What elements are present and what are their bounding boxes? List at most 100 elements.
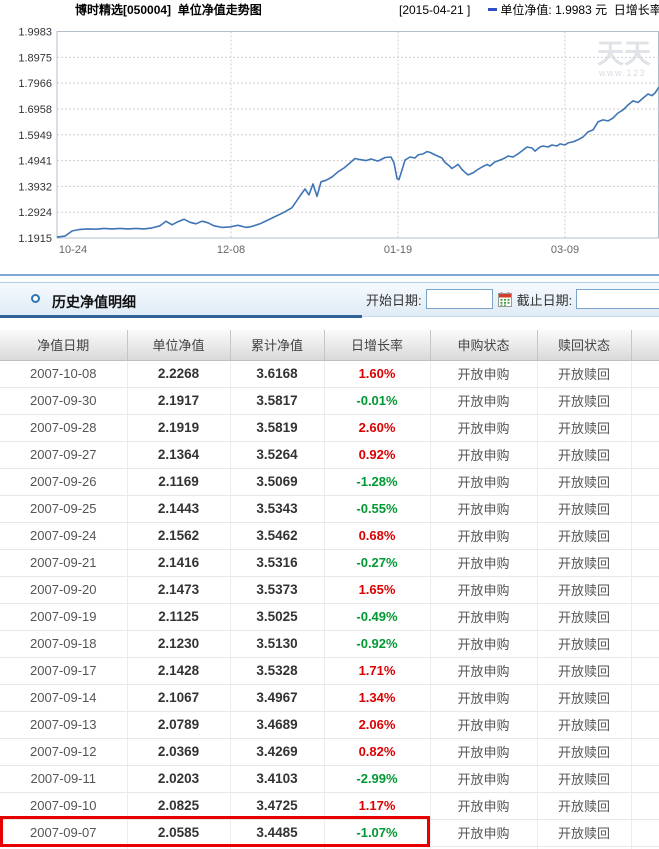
cell-spacer [631,495,659,522]
table-row: 2007-09-262.11693.5069-1.28%开放申购开放赎回 [0,468,659,495]
cell-redeem: 开放赎回 [537,603,631,630]
cell-date: 2007-09-17 [0,657,127,684]
header-unit-nav: 单位净值 [127,330,230,360]
cell-purchase: 开放申购 [430,576,537,603]
cell-rate: -2.99% [324,765,430,792]
cell-acc: 3.5316 [230,549,324,576]
cell-purchase: 开放申购 [430,387,537,414]
cell-rate: 1.34% [324,684,430,711]
cell-purchase: 开放申购 [430,441,537,468]
svg-text:1.3932: 1.3932 [18,181,52,193]
cell-rate: 0.82% [324,738,430,765]
nav-history-table: 净值日期 单位净值 累计净值 日增长率 申购状态 赎回状态 2007-10-08… [0,330,659,849]
cell-spacer [631,468,659,495]
start-date-input[interactable] [426,289,493,309]
svg-text:1.4941: 1.4941 [18,156,52,168]
cell-date: 2007-09-14 [0,684,127,711]
cell-purchase: 开放申购 [430,792,537,819]
cell-nav: 2.1125 [127,603,230,630]
cell-nav: 2.1067 [127,684,230,711]
cell-acc: 3.5069 [230,468,324,495]
cell-nav: 2.1443 [127,495,230,522]
cell-redeem: 开放赎回 [537,684,631,711]
header-spacer [631,330,659,360]
chart-title: 博时精选[050004] 单位净值走势图 [75,1,262,18]
cell-redeem: 开放赎回 [537,414,631,441]
chart-legend: [2015-04-21 ] 单位净值: 1.9983 元 日增长率: 3.6 [399,1,659,18]
cell-spacer [631,414,659,441]
cell-nav: 2.1919 [127,414,230,441]
cell-redeem: 开放赎回 [537,576,631,603]
calendar-icon[interactable] [498,292,512,307]
cell-acc: 3.6168 [230,360,324,387]
cell-spacer [631,819,659,846]
table-row: 2007-09-202.14733.53731.65%开放申购开放赎回 [0,576,659,603]
cell-date: 2007-09-21 [0,549,127,576]
cell-nav: 2.1364 [127,441,230,468]
cell-redeem: 开放赎回 [537,738,631,765]
cell-rate: -1.07% [324,819,430,846]
cell-date: 2007-09-26 [0,468,127,495]
cell-spacer [631,387,659,414]
cell-rate: -0.27% [324,549,430,576]
cell-acc: 3.5817 [230,387,324,414]
cell-acc: 3.5025 [230,603,324,630]
cell-date: 2007-09-18 [0,630,127,657]
cell-redeem: 开放赎回 [537,819,631,846]
cell-nav: 2.0203 [127,765,230,792]
cell-date: 2007-09-12 [0,738,127,765]
section-bullet-icon [31,294,40,303]
cell-purchase: 开放申购 [430,468,537,495]
cell-nav: 2.1428 [127,657,230,684]
svg-text:12-08: 12-08 [217,244,245,256]
table-row: 2007-09-242.15623.54620.68%开放申购开放赎回 [0,522,659,549]
cell-purchase: 开放申购 [430,711,537,738]
table-row: 2007-09-132.07893.46892.06%开放申购开放赎回 [0,711,659,738]
cell-nav: 2.1917 [127,387,230,414]
section-divider [0,274,659,276]
svg-text:www.123: www.123 [598,68,646,78]
table-header-row: 净值日期 单位净值 累计净值 日增长率 申购状态 赎回状态 [0,330,659,360]
svg-text:天天: 天天 [597,39,651,69]
cell-redeem: 开放赎回 [537,630,631,657]
cell-acc: 3.5343 [230,495,324,522]
cell-purchase: 开放申购 [430,738,537,765]
svg-text:1.9983: 1.9983 [18,27,52,39]
cell-spacer [631,684,659,711]
svg-text:03-09: 03-09 [551,244,579,256]
cell-rate: 2.60% [324,414,430,441]
cell-acc: 3.4485 [230,819,324,846]
cell-redeem: 开放赎回 [537,765,631,792]
unit-nav-value: 1.9983 [555,3,592,17]
cell-rate: 1.71% [324,657,430,684]
cell-acc: 3.5373 [230,576,324,603]
cell-acc: 3.5264 [230,441,324,468]
cell-purchase: 开放申购 [430,360,537,387]
cell-date: 2007-09-11 [0,765,127,792]
svg-text:1.1915: 1.1915 [18,233,52,245]
cell-date: 2007-09-27 [0,441,127,468]
cell-date: 2007-09-24 [0,522,127,549]
cell-redeem: 开放赎回 [537,441,631,468]
cell-purchase: 开放申购 [430,630,537,657]
nav-trend-chart: 天天www.1231.99831.89751.79661.69581.59491… [0,18,659,270]
table-row: 2007-09-212.14163.5316-0.27%开放申购开放赎回 [0,549,659,576]
date-filter: 开始日期: 截止日期: [366,289,659,309]
cell-purchase: 开放申购 [430,549,537,576]
cell-nav: 2.1562 [127,522,230,549]
cell-rate: -0.55% [324,495,430,522]
end-date-input[interactable] [576,289,659,309]
cell-date: 2007-10-08 [0,360,127,387]
cell-redeem: 开放赎回 [537,711,631,738]
end-date-label: 截止日期: [517,290,573,309]
table-row: 2007-09-272.13643.52640.92%开放申购开放赎回 [0,441,659,468]
cell-purchase: 开放申购 [430,603,537,630]
section-title-underline [0,315,362,318]
cell-rate: 0.68% [324,522,430,549]
cell-nav: 2.0369 [127,738,230,765]
cell-spacer [631,360,659,387]
cell-purchase: 开放申购 [430,495,537,522]
cell-redeem: 开放赎回 [537,387,631,414]
cell-date: 2007-09-25 [0,495,127,522]
cell-nav: 2.0825 [127,792,230,819]
